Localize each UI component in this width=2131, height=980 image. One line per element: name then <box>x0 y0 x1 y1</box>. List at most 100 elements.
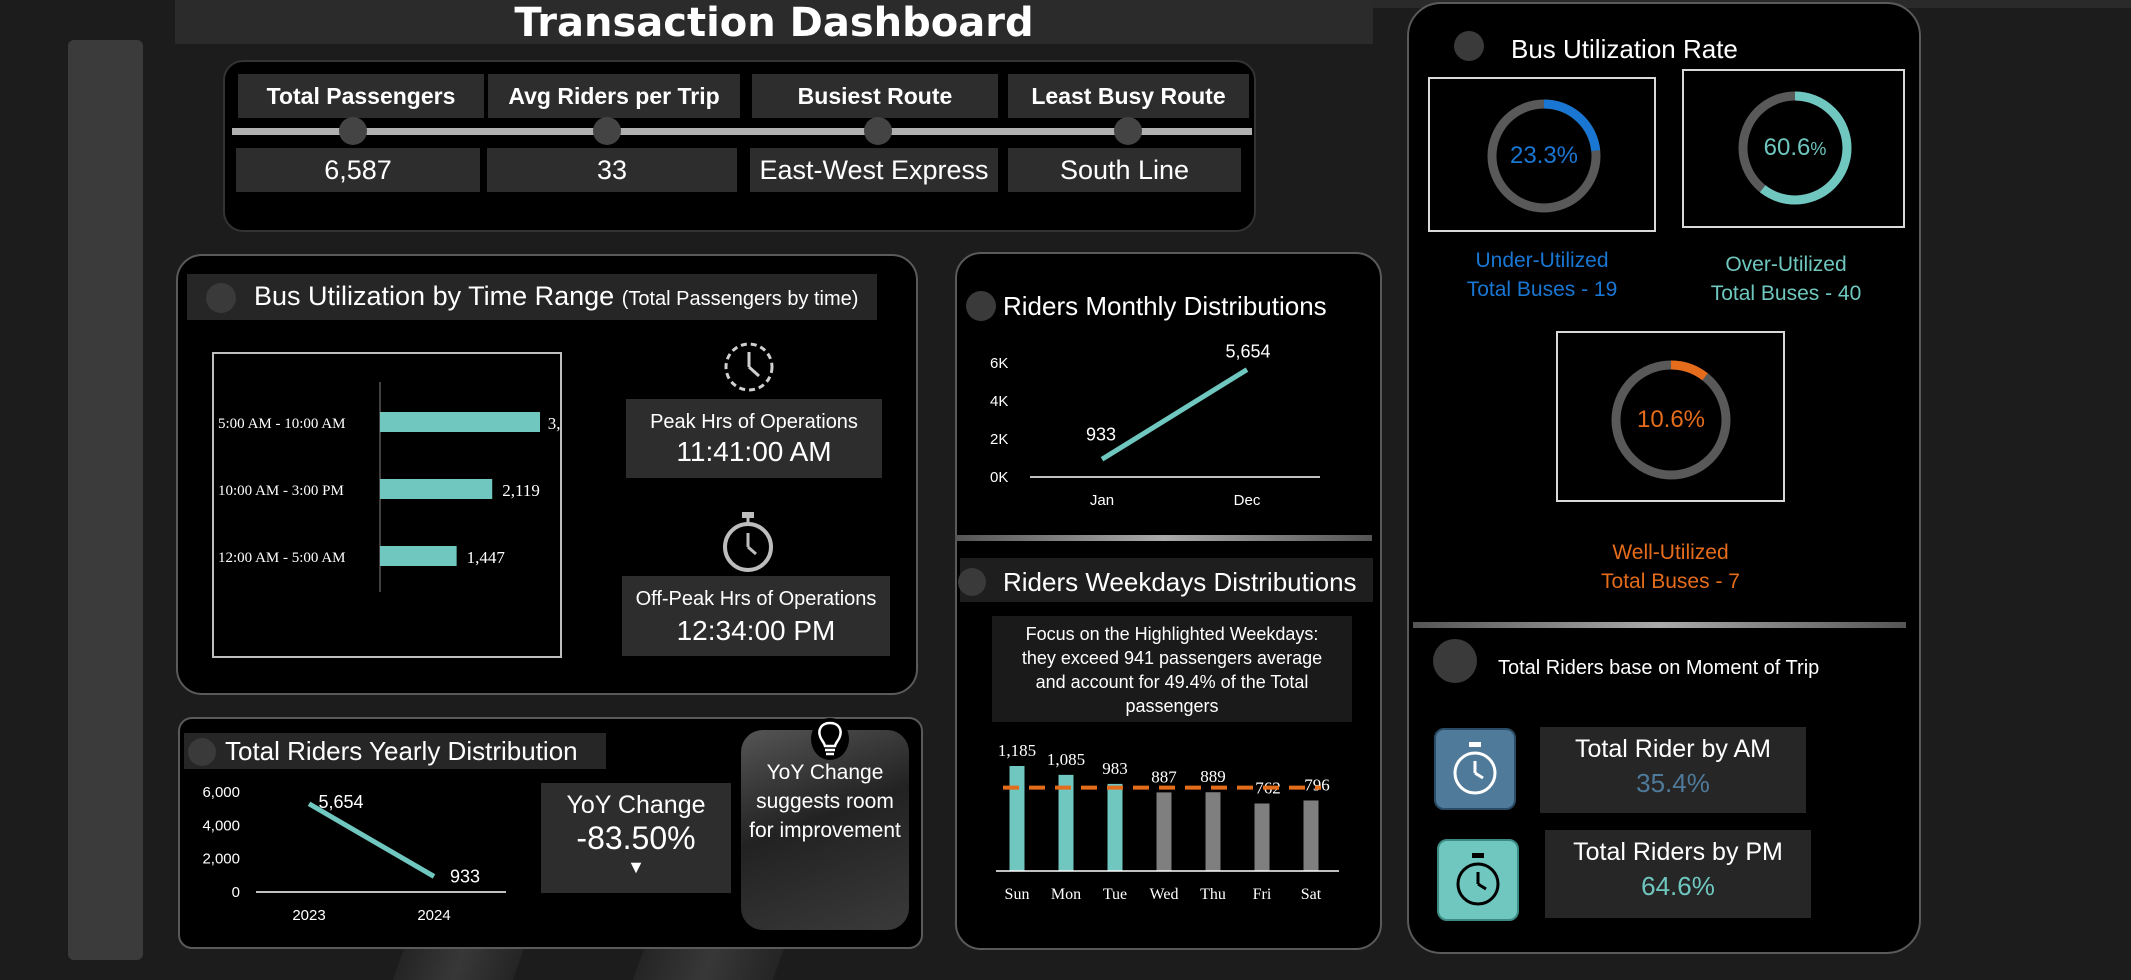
bar <box>1205 792 1221 871</box>
data-label: 889 <box>1200 767 1226 786</box>
well-utilized-count: Total Buses - 7 <box>1601 570 1740 593</box>
kpi-value: 33 <box>487 148 737 192</box>
kpi-slider-knob <box>339 117 367 145</box>
bar <box>380 479 493 499</box>
kpi-label: Avg Riders per Trip <box>488 74 740 118</box>
bar <box>1254 803 1270 871</box>
weekdays-chart: 1,185 Sun 1,085 Mon 983 Tue 887 Wed 889 Thu 762 Fri… <box>992 728 1352 913</box>
over-utilized-pct: 60.6% <box>1733 86 1857 213</box>
y-tick-label: 6,000 <box>202 784 240 801</box>
x-tick-label: Mon <box>1051 886 1081 903</box>
page-title: Transaction Dashboard <box>514 0 1034 46</box>
data-label: 983 <box>1102 759 1128 778</box>
tick-label: 12:00 AM - 5:00 AM <box>218 550 346 566</box>
well-utilized-label: Well-Utilized Total Buses - 7 <box>1556 538 1785 596</box>
over-utilized-label: Over-Utilized Total Buses - 40 <box>1672 250 1900 308</box>
tick-label: 10:00 AM - 3:00 PM <box>218 483 344 499</box>
offpeak-hours-card: Off-Peak Hrs of Operations 12:34:00 PM <box>622 576 890 656</box>
time-range-bar-chart: 5:00 AM - 10:00 AM 3,021 10:00 AM - 3:00 P… <box>218 382 586 592</box>
over-utilized-pct-number: 60.6 <box>1763 134 1811 161</box>
time-range-subtitle: (Total Passengers by time) <box>621 288 859 310</box>
x-tick-label: Tue <box>1103 886 1127 903</box>
data-label: 1,185 <box>998 741 1036 760</box>
offpeak-hours-label: Off-Peak Hrs of Operations <box>635 588 877 610</box>
weekdays-note: Focus on the Highlighted Weekdays: they … <box>1021 624 1323 716</box>
x-tick-label: Sat <box>1301 886 1322 903</box>
time-range-title-text: Bus Utilization by Time Range <box>254 281 615 311</box>
pm-stopwatch-icon <box>1437 839 1519 921</box>
data-label: 887 <box>1151 767 1177 786</box>
x-tick-label: Jan <box>1090 492 1114 509</box>
x-tick-label: 2024 <box>417 907 450 924</box>
weekdays-bar-chart: 1,185Sun1,085Mon983Tue887Wed889Thu762Fri… <box>996 741 1339 903</box>
kpi-slider-track <box>232 128 1252 135</box>
under-utilized-name: Under-Utilized <box>1475 249 1609 272</box>
kpi-slider-knob <box>1114 117 1142 145</box>
time-range-title: Bus Utilization by Time Range (Total Pas… <box>254 281 858 312</box>
kpi-value: 6,587 <box>236 148 480 192</box>
moment-dot <box>1433 639 1477 683</box>
y-tick-label: 4,000 <box>202 817 240 834</box>
monthly-title: Riders Monthly Distributions <box>1003 291 1327 321</box>
x-tick-label: Fri <box>1253 886 1272 903</box>
weekdays-title: Riders Weekdays Distributions <box>1003 567 1357 597</box>
over-utilized-count: Total Buses - 40 <box>1710 282 1862 305</box>
kpi-label: Least Busy Route <box>1008 74 1249 118</box>
clock-icon <box>722 340 776 399</box>
pm-riders-value: 64.6% <box>1641 871 1715 901</box>
x-tick-label: Wed <box>1150 886 1179 903</box>
well-utilized-pct: 10.6% <box>1636 406 1706 433</box>
insight-card: YoY Change suggests room for improvement <box>741 730 909 930</box>
peak-hours-value: 11:41:00 AM <box>676 436 832 467</box>
data-label: 933 <box>450 866 480 886</box>
weekdays-dot <box>958 568 986 596</box>
over-utilized-name: Over-Utilized <box>1725 253 1847 276</box>
y-tick-label: 4K <box>990 393 1008 410</box>
am-stopwatch-icon <box>1434 728 1516 810</box>
yoy-arrow-icon: ▼ <box>627 857 645 877</box>
bar <box>380 412 540 432</box>
bar <box>1009 766 1025 871</box>
series-line <box>1100 367 1249 462</box>
y-tick-label: 2K <box>990 431 1008 448</box>
data-label: 1,447 <box>467 548 506 567</box>
insight-text: YoY Change suggests room for improvement <box>749 761 901 842</box>
yoy-card: YoY Change -83.50% ▼ <box>541 783 731 893</box>
yearly-line-chart: 0 2,000 4,000 6,000 2023 2024 5,654 933 <box>202 784 506 924</box>
kpi-value: South Line <box>1008 148 1241 192</box>
monthly-dot <box>966 291 996 321</box>
over-utilized-pct-sign: % <box>1810 139 1827 159</box>
lightbulb-icon <box>811 718 849 760</box>
bar <box>1303 800 1319 871</box>
data-label: 2,119 <box>502 481 540 500</box>
kpi-value: East-West Express <box>750 148 998 192</box>
am-riders-label: Total Rider by AM <box>1575 735 1771 763</box>
data-label: 3,021 <box>548 414 560 433</box>
bar <box>380 546 457 566</box>
peak-hours-label: Peak Hrs of Operations <box>650 411 858 433</box>
monthly-chart: 0K 2K 4K 6K Jan Dec 933 5,654 <box>990 335 1330 520</box>
x-tick-label: Sun <box>1005 886 1030 903</box>
yearly-dot <box>188 738 216 766</box>
x-tick-label: Thu <box>1200 886 1226 903</box>
y-tick-label: 2,000 <box>202 851 240 868</box>
stopwatch-icon <box>720 511 776 578</box>
kpi-slider-knob <box>593 117 621 145</box>
y-tick-label: 6K <box>990 355 1008 372</box>
yoy-label: YoY Change <box>566 791 706 819</box>
peak-hours-card: Peak Hrs of Operations 11:41:00 AM <box>626 399 882 478</box>
under-utilized-count: Total Buses - 19 <box>1466 278 1618 301</box>
time-range-chart: 5:00 AM - 10:00 AM 3,021 10:00 AM - 3:00 P… <box>212 352 586 658</box>
background-left-band <box>68 40 143 960</box>
yearly-title: Total Riders Yearly Distribution <box>225 736 578 766</box>
panel-separator <box>955 535 1372 541</box>
x-tick-label: Dec <box>1234 492 1261 509</box>
x-tick-label: 2023 <box>292 907 325 924</box>
pm-riders-card: Total Riders by PM 64.6% <box>1545 830 1811 918</box>
pm-riders-label: Total Riders by PM <box>1573 838 1783 866</box>
well-utilized-name: Well-Utilized <box>1612 541 1729 564</box>
data-label: 5,654 <box>318 792 363 812</box>
series-line <box>307 801 436 879</box>
monthly-line-chart: 0K 2K 4K 6K Jan Dec 933 5,654 <box>990 342 1320 509</box>
kpi-label: Busiest Route <box>752 74 998 118</box>
